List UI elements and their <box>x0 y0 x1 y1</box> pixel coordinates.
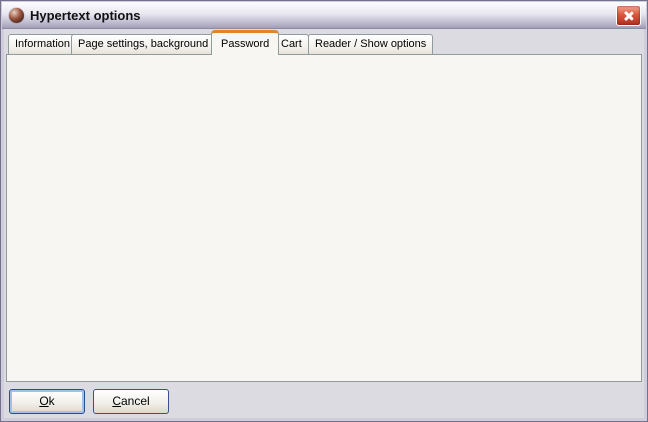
window-title: Hypertext options <box>30 8 141 23</box>
titlebar[interactable]: Hypertext options <box>2 2 646 29</box>
tab-page-settings[interactable]: Page settings, background <box>71 34 215 55</box>
tab-information[interactable]: Information <box>8 34 77 55</box>
cancel-button[interactable]: Cancel <box>93 389 169 414</box>
hypertext-options-dialog: Hypertext options Information Page setti… <box>0 0 648 422</box>
close-button[interactable] <box>616 5 641 26</box>
password-tab-panel <box>6 54 642 382</box>
ok-button[interactable]: Ok <box>9 389 85 414</box>
app-icon <box>9 8 24 23</box>
tab-reader-show-options[interactable]: Reader / Show options <box>308 34 433 55</box>
close-icon <box>623 10 634 21</box>
tab-cart[interactable]: Cart <box>274 34 309 55</box>
tab-password[interactable]: Password <box>211 30 279 55</box>
